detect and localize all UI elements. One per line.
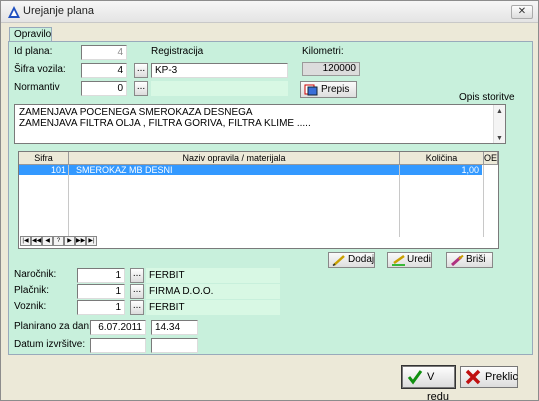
- row-code: 101: [50, 165, 66, 175]
- col-divider: [483, 165, 484, 237]
- edit-pencil-icon: [392, 255, 405, 266]
- planned-date-field[interactable]: 6.07.2011: [90, 320, 146, 335]
- description-textarea[interactable]: ZAMENJAVA POCENEGA SMEROKAZA DESNEGA ZAM…: [14, 104, 506, 144]
- done-date-field[interactable]: [90, 338, 146, 353]
- close-button[interactable]: ✕: [511, 5, 533, 19]
- driver-label: Voznik:: [14, 301, 47, 312]
- window-title: Urejanje plana: [23, 5, 94, 17]
- payer-lookup-button[interactable]: ...: [130, 284, 144, 299]
- cancel-button[interactable]: Preklic: [460, 366, 518, 388]
- planned-time-field[interactable]: 14.34: [151, 320, 198, 335]
- standard-label: Normantiv: [14, 82, 60, 93]
- col-divider: [68, 165, 69, 237]
- km-label: Kilometri:: [302, 46, 344, 57]
- add-button-label: Dodaj: [348, 254, 375, 265]
- id-field[interactable]: 4: [81, 45, 127, 60]
- edit-button-label: Uredi: [407, 254, 431, 265]
- vehicle-label: Šifra vozila:: [14, 64, 66, 75]
- checkmark-icon: [407, 370, 423, 385]
- cross-icon: [465, 369, 481, 385]
- standard-name: [151, 81, 288, 96]
- registration-field[interactable]: KP-3: [151, 63, 288, 78]
- done-label: Datum izvršitve:: [14, 339, 86, 350]
- copy-button[interactable]: Prepis: [300, 81, 357, 98]
- ok-button-label: V redu: [427, 371, 450, 401]
- delete-button-label: Briši: [466, 254, 486, 265]
- edit-button[interactable]: Uredi: [387, 252, 432, 268]
- pencil-icon: [332, 255, 345, 266]
- add-button[interactable]: Dodaj: [328, 252, 375, 268]
- copy-icon: [304, 84, 318, 96]
- delete-button[interactable]: Briši: [446, 252, 493, 268]
- table-row[interactable]: 101 SMEROKAZ MB DESNI 1,00: [19, 165, 482, 175]
- app-triangle-icon: [8, 6, 20, 18]
- done-time-field[interactable]: [151, 338, 198, 353]
- customer-id-field[interactable]: 1: [77, 268, 125, 283]
- payer-id-field[interactable]: 1: [77, 284, 125, 299]
- plan-edit-window: Urejanje plana ✕ Opravilo Id plana: 4 Ši…: [0, 0, 539, 401]
- title-bar: Urejanje plana ✕: [1, 1, 538, 23]
- nav-last-button[interactable]: ▶|: [86, 236, 97, 246]
- driver-lookup-button[interactable]: ...: [130, 300, 144, 315]
- vehicle-lookup-button[interactable]: ...: [134, 63, 148, 78]
- driver-name: FERBIT: [146, 300, 280, 315]
- customer-lookup-button[interactable]: ...: [130, 268, 144, 283]
- scroll-down-icon[interactable]: ▼: [496, 133, 503, 144]
- desc-scrollbar[interactable]: ▲ ▼: [493, 105, 505, 143]
- col-header-code[interactable]: Sifra: [19, 152, 69, 165]
- row-name: SMEROKAZ MB DESNI: [76, 165, 173, 175]
- customer-label: Naročnik:: [14, 269, 57, 280]
- nav-prev-page-button[interactable]: ◀◀: [31, 236, 42, 246]
- km-field[interactable]: 120000: [302, 62, 360, 76]
- row-qty: 1,00: [461, 165, 479, 175]
- tab-opravilo[interactable]: Opravilo: [9, 27, 52, 42]
- customer-name: FERBIT: [146, 268, 280, 283]
- payer-name: FIRMA D.O.O.: [146, 284, 280, 299]
- registration-label: Registracija: [151, 46, 204, 57]
- cancel-button-label: Preklic: [485, 371, 519, 383]
- payer-label: Plačnik:: [14, 285, 50, 296]
- nav-first-button[interactable]: |◀: [20, 236, 31, 246]
- desc-line: ZAMENJAVA FILTRA OLJA , FILTRA GORIVA, F…: [19, 118, 311, 129]
- table-navigator: |◀ ◀◀ ◀ ? ▶ ▶▶ ▶|: [20, 236, 97, 247]
- standard-lookup-button[interactable]: ...: [134, 81, 148, 96]
- opravilo-panel: Id plana: 4 Šifra vozila: 4 ... Registra…: [8, 41, 533, 355]
- driver-id-field[interactable]: 1: [77, 300, 125, 315]
- col-divider: [399, 165, 400, 237]
- nav-next-button[interactable]: ▶: [64, 236, 75, 246]
- copy-button-label: Prepis: [321, 84, 350, 95]
- col-header-qty[interactable]: Količina: [400, 152, 484, 165]
- vehicle-field[interactable]: 4: [81, 63, 127, 78]
- ok-button[interactable]: V redu: [401, 365, 456, 401]
- desc-label: Opis storitve: [459, 92, 515, 103]
- nav-help-button[interactable]: ?: [53, 236, 64, 246]
- standard-field[interactable]: 0: [81, 81, 127, 96]
- items-table[interactable]: Sifra Naziv opravila / materijala Količi…: [18, 151, 499, 249]
- planned-label: Planirano za dan:: [14, 321, 92, 332]
- desc-line: ZAMENJAVA POCENEGA SMEROKAZA DESNEGA: [19, 107, 253, 118]
- col-header-name[interactable]: Naziv opravila / materijala: [69, 152, 400, 165]
- nav-prev-button[interactable]: ◀: [42, 236, 53, 246]
- id-label: Id plana:: [14, 46, 53, 57]
- scroll-up-icon[interactable]: ▲: [496, 106, 503, 117]
- col-header-oe[interactable]: OE: [484, 152, 498, 165]
- eraser-icon: [451, 255, 464, 266]
- nav-next-page-button[interactable]: ▶▶: [75, 236, 86, 246]
